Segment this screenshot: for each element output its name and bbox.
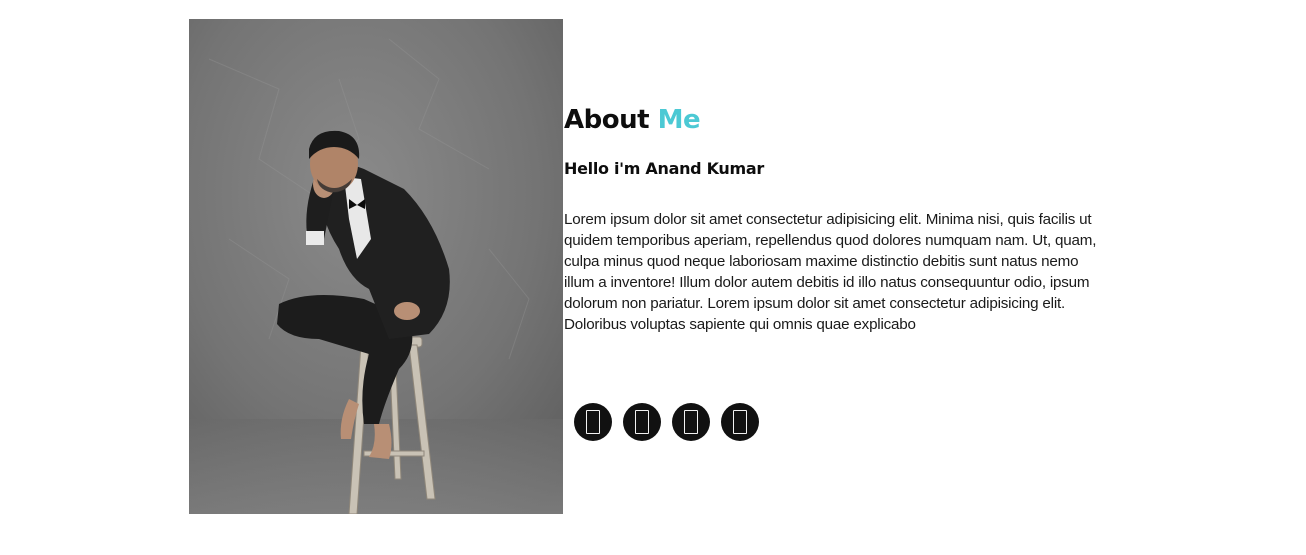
about-heading: About Me (564, 100, 1124, 140)
about-body-text: Lorem ipsum dolor sit amet consectetur a… (564, 211, 1097, 333)
missing-glyph-icon (733, 410, 747, 434)
about-subtitle: Hello i'm Anand Kumar (564, 159, 764, 178)
about-heading-accent: Me (657, 105, 701, 135)
missing-glyph-icon (586, 410, 600, 434)
social-link-1[interactable] (574, 403, 612, 441)
social-link-3[interactable] (672, 403, 710, 441)
social-link-2[interactable] (623, 403, 661, 441)
social-links (574, 403, 759, 441)
about-section: About Me Hello i'm Anand Kumar Lorem ips… (564, 100, 1124, 335)
missing-glyph-icon (684, 410, 698, 434)
missing-glyph-icon (635, 410, 649, 434)
profile-photo (189, 19, 563, 514)
about-heading-main: About (564, 105, 650, 135)
portrait-image (189, 19, 563, 514)
social-link-4[interactable] (721, 403, 759, 441)
